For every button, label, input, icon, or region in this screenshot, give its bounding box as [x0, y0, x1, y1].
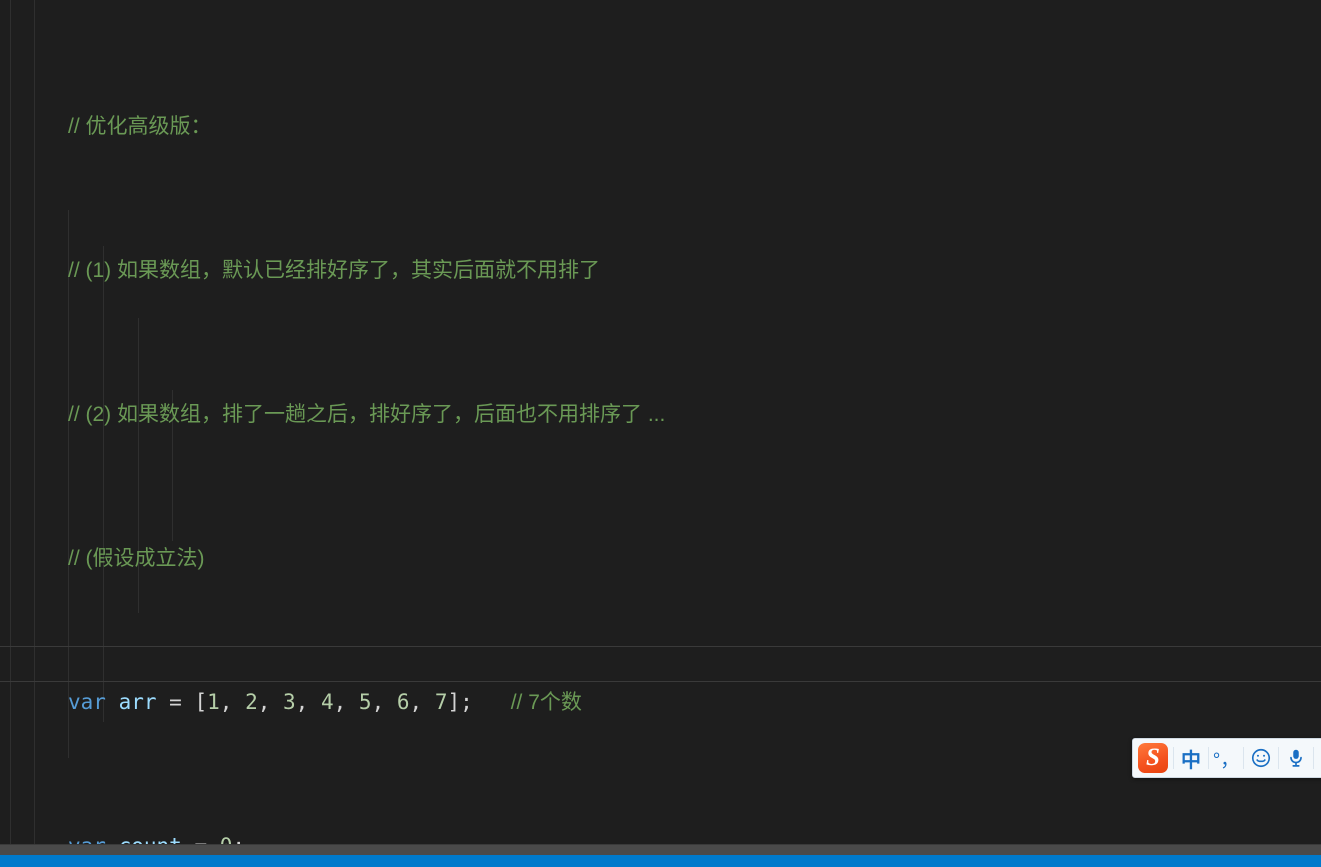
status-bar[interactable]	[0, 855, 1321, 867]
code-content[interactable]: // 优化高级版： // (1) 如果数组，默认已经排好序了，其实后面就不用排了…	[0, 0, 1012, 855]
vscode-window: // 优化高级版： // (1) 如果数组，默认已经排好序了，其实后面就不用排了…	[0, 0, 1321, 867]
code-line[interactable]: var arr = [1, 2, 3, 4, 5, 6, 7]; // 7个数	[0, 684, 1012, 720]
comma: ,	[257, 690, 284, 714]
comma: ,	[409, 690, 435, 714]
code-line[interactable]: // (假设成立法)	[0, 540, 1012, 576]
number: 7	[434, 690, 448, 714]
ime-keyboard-tools-icon[interactable]	[1314, 739, 1321, 777]
number: 3	[283, 690, 296, 714]
sogou-ime-toolbar[interactable]: S 中 °，	[1132, 738, 1321, 778]
comment-text: // (假设成立法)	[68, 547, 205, 570]
comment-text: // 7个数	[510, 691, 582, 714]
horizontal-scrollbar[interactable]	[0, 845, 1321, 855]
comma: ,	[371, 690, 397, 714]
comment-text: // 优化高级版：	[68, 115, 212, 138]
scrollbar-thumb[interactable]	[0, 845, 1321, 855]
ime-punctuation-icon[interactable]: °，	[1209, 739, 1243, 777]
code-line[interactable]: // (1) 如果数组，默认已经排好序了，其实后面就不用排了	[0, 252, 1012, 288]
comma: ,	[219, 690, 246, 714]
number: 5	[358, 690, 372, 714]
ime-chinese-mode-icon[interactable]: 中	[1174, 739, 1208, 777]
sogou-logo-icon[interactable]: S	[1133, 739, 1173, 777]
comma: ,	[295, 690, 321, 714]
keyword-var: var	[68, 690, 106, 714]
sogou-logo-letter: S	[1138, 743, 1168, 773]
ime-microphone-icon[interactable]	[1279, 739, 1313, 777]
comment-text: // (2) 如果数组，排了一趟之后，排好序了，后面也不用排序了 ...	[68, 403, 666, 426]
number: 1	[207, 690, 220, 714]
array-close: ];	[447, 690, 473, 714]
code-line[interactable]: // (2) 如果数组，排了一趟之后，排好序了，后面也不用排序了 ...	[0, 396, 1012, 432]
code-editor[interactable]: // 优化高级版： // (1) 如果数组，默认已经排好序了，其实后面就不用排了…	[0, 0, 1321, 855]
comma: ,	[333, 690, 359, 714]
number: 4	[320, 690, 334, 714]
identifier-arr: arr	[118, 690, 157, 714]
array-open: = [	[156, 690, 208, 714]
ime-smiley-icon[interactable]	[1244, 739, 1278, 777]
number: 2	[245, 690, 258, 714]
comment-text: // (1) 如果数组，默认已经排好序了，其实后面就不用排了	[68, 259, 601, 282]
number: 6	[396, 690, 410, 714]
code-line[interactable]: // 优化高级版：	[0, 108, 1012, 144]
